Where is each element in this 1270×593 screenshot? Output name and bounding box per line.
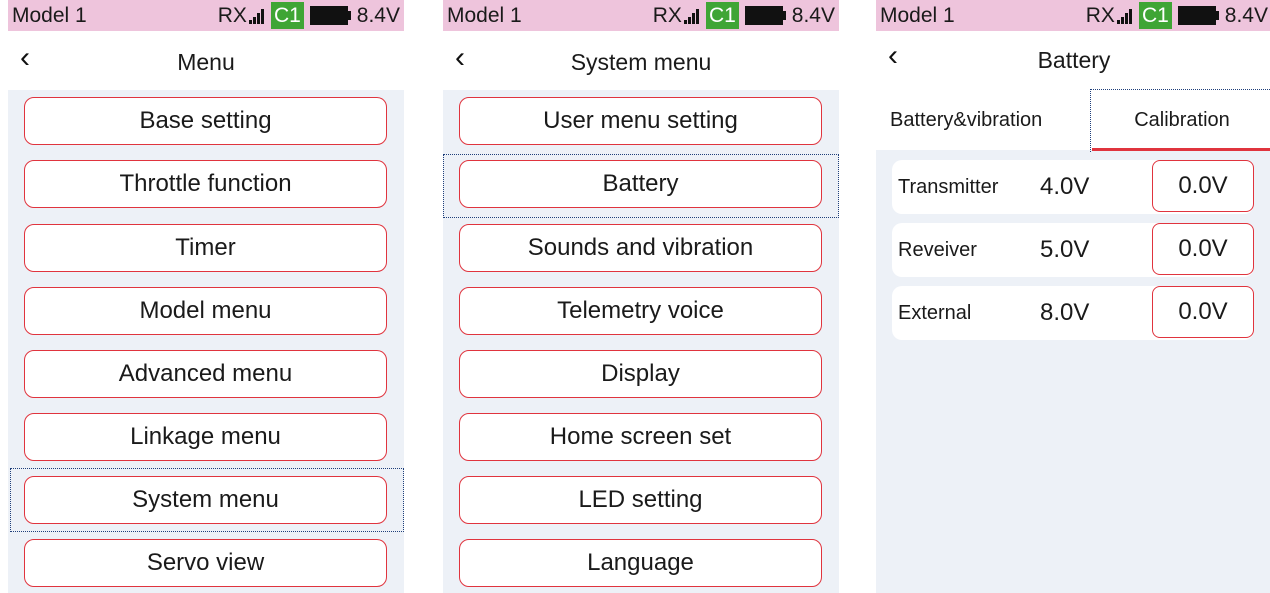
menu-item-telemetry-voice[interactable]: Telemetry voice <box>459 287 822 335</box>
menu-item-servo-view[interactable]: Servo view <box>24 539 387 587</box>
row-label: Transmitter <box>898 176 999 198</box>
battery-content: Battery&vibration Calibration Transmitte… <box>876 90 1270 593</box>
signal-icon <box>1116 8 1133 24</box>
calibration-row-receiver: Reveiver 5.0V 0.0V <box>892 223 1254 277</box>
row-value: 4.0V <box>1040 173 1090 200</box>
menu-item-base-setting[interactable]: Base setting <box>24 97 387 145</box>
channel-badge: C1 <box>1138 2 1172 29</box>
menu-list: User menu setting Battery Sounds and vib… <box>443 90 839 593</box>
menu-item-sounds-and-vibration[interactable]: Sounds and vibration <box>459 224 822 272</box>
calibration-row-transmitter: Transmitter 4.0V 0.0V <box>892 160 1254 214</box>
calibration-row-external: External 8.0V 0.0V <box>892 286 1254 340</box>
row-value: 5.0V <box>1040 236 1090 263</box>
rx-label: RX <box>217 4 247 27</box>
page-title: System menu <box>570 49 712 75</box>
battery-icon <box>744 6 786 25</box>
system-menu-screen: Model 1 RX C1 8.4V ‹ System menu User me… <box>443 0 839 593</box>
menu-item-model-menu[interactable]: Model menu <box>24 287 387 335</box>
model-name: Model 1 <box>880 4 955 27</box>
calibration-field[interactable]: 0.0V <box>1152 223 1254 275</box>
menu-item-user-menu-setting[interactable]: User menu setting <box>459 97 822 145</box>
signal-icon <box>248 8 265 24</box>
status-bar: Model 1 RX C1 8.4V <box>876 0 1270 31</box>
model-name: Model 1 <box>447 4 522 27</box>
title-bar: ‹ Menu <box>8 31 404 90</box>
model-name: Model 1 <box>12 4 87 27</box>
tab-battery-vibration[interactable]: Battery&vibration <box>890 90 1042 150</box>
menu-item-linkage-menu[interactable]: Linkage menu <box>24 413 387 461</box>
menu-item-battery[interactable]: Battery <box>459 160 822 208</box>
tab-bar: Battery&vibration Calibration <box>876 90 1270 151</box>
status-bar: Model 1 RX C1 8.4V <box>8 0 404 31</box>
page-title: Menu <box>177 49 235 75</box>
calibration-field[interactable]: 0.0V <box>1152 286 1254 338</box>
calibration-field[interactable]: 0.0V <box>1152 160 1254 212</box>
row-value: 8.0V <box>1040 299 1090 326</box>
channel-badge: C1 <box>270 2 304 29</box>
menu-item-language[interactable]: Language <box>459 539 822 587</box>
battery-icon <box>1177 6 1219 25</box>
rx-label: RX <box>652 4 682 27</box>
voltage-readout: 8.4V <box>791 4 835 27</box>
tab-calibration[interactable]: Calibration <box>1092 90 1270 150</box>
menu-screen: Model 1 RX C1 8.4V ‹ Menu Base setting T… <box>8 0 404 593</box>
menu-item-advanced-menu[interactable]: Advanced menu <box>24 350 387 398</box>
menu-item-home-screen-set[interactable]: Home screen set <box>459 413 822 461</box>
row-label: Reveiver <box>898 239 977 261</box>
status-bar: Model 1 RX C1 8.4V <box>443 0 839 31</box>
voltage-readout: 8.4V <box>356 4 400 27</box>
menu-item-throttle-function[interactable]: Throttle function <box>24 160 387 208</box>
active-tab-indicator <box>1092 148 1270 151</box>
voltage-readout: 8.4V <box>1224 4 1268 27</box>
rx-label: RX <box>1085 4 1115 27</box>
menu-item-display[interactable]: Display <box>459 350 822 398</box>
menu-item-timer[interactable]: Timer <box>24 224 387 272</box>
signal-icon <box>683 8 700 24</box>
menu-item-led-setting[interactable]: LED setting <box>459 476 822 524</box>
channel-badge: C1 <box>705 2 739 29</box>
page-title: Battery <box>1037 47 1111 73</box>
title-bar: ‹ System menu <box>443 31 839 90</box>
battery-icon <box>309 6 351 25</box>
row-label: External <box>898 302 972 324</box>
battery-screen: Model 1 RX C1 8.4V ‹ Battery Battery&vib… <box>876 0 1270 593</box>
menu-item-system-menu[interactable]: System menu <box>24 476 387 524</box>
title-bar: ‹ Battery <box>876 31 1270 87</box>
menu-list: Base setting Throttle function Timer Mod… <box>8 90 404 593</box>
